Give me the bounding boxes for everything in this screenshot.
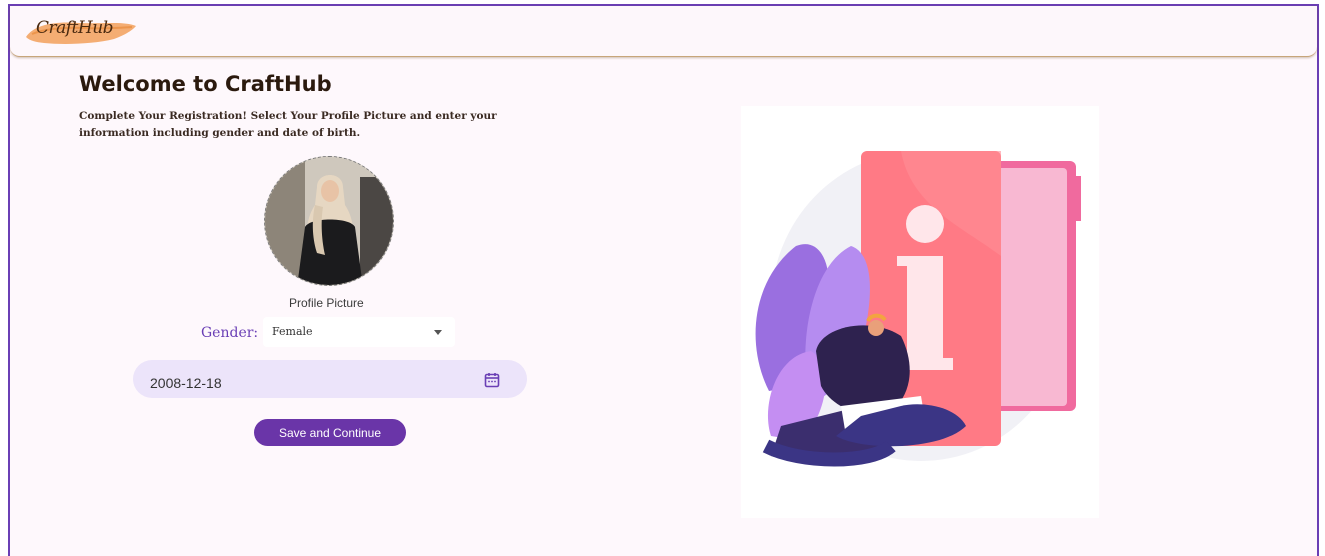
date-of-birth-value: 2008-12-18 <box>150 375 222 391</box>
save-and-continue-button[interactable]: Save and Continue <box>254 419 406 446</box>
gender-label: Gender: <box>201 325 259 341</box>
date-of-birth-field[interactable]: 2008-12-18 <box>133 360 527 398</box>
page-subtitle: Complete Your Registration! Select Your … <box>79 110 497 139</box>
profile-picture[interactable] <box>264 156 394 286</box>
gender-value: Female <box>272 325 313 338</box>
page-title: Welcome to CraftHub <box>79 72 332 96</box>
dropdown-caret-icon <box>434 330 442 335</box>
avatar-photo <box>265 157 393 285</box>
top-bar <box>10 6 1317 57</box>
calendar-icon[interactable] <box>484 372 500 388</box>
logo-text: CraftHub <box>36 18 114 38</box>
info-illustration <box>741 106 1099 518</box>
gender-select[interactable]: Female <box>263 317 455 347</box>
profile-picture-label: Profile Picture <box>289 296 364 310</box>
